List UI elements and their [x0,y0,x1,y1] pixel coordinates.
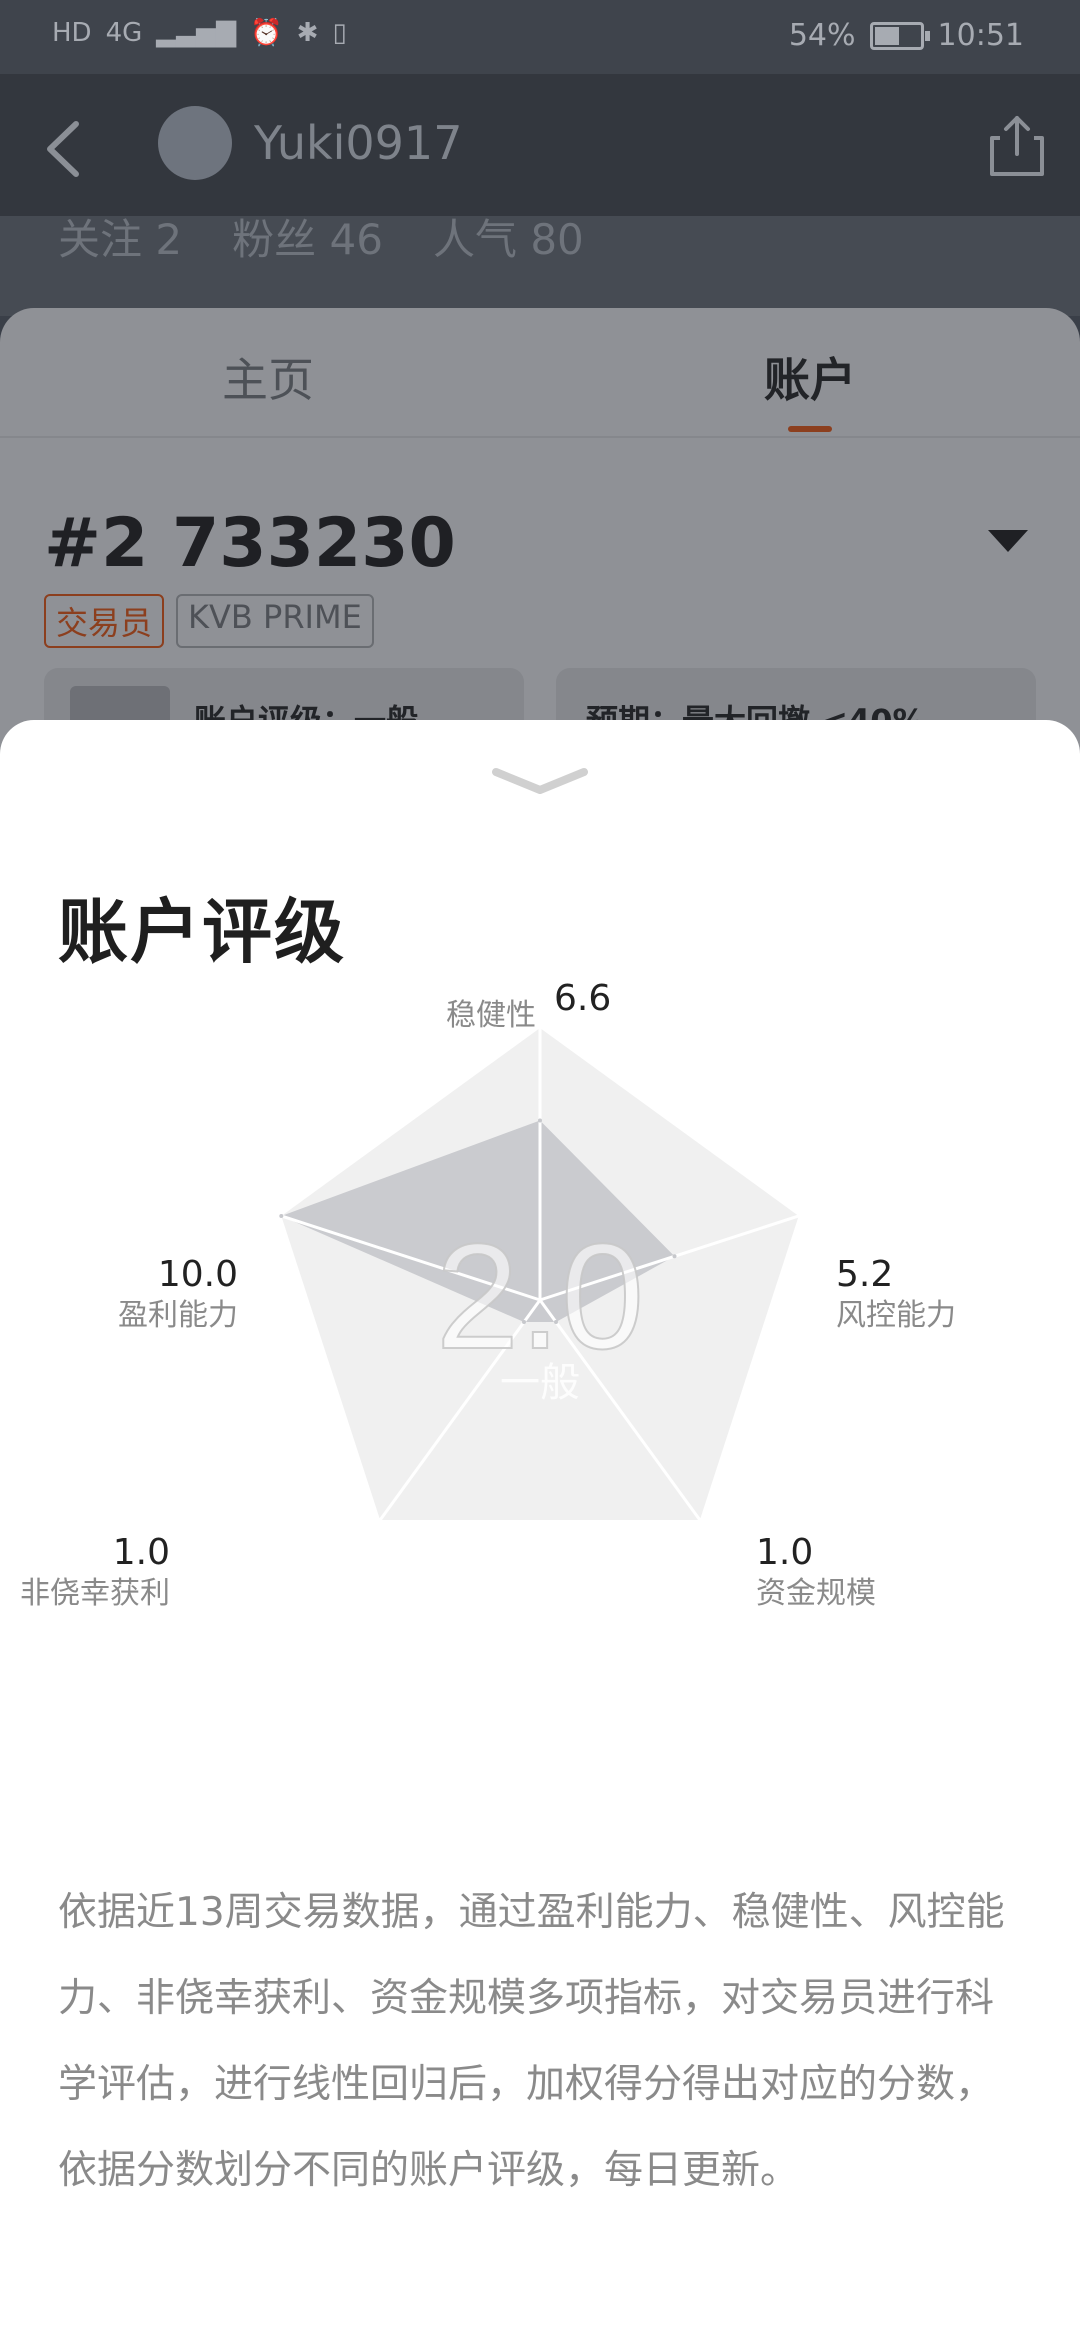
stat-popularity: 人气 80 [432,215,584,264]
radar-chart: 2.0 一般 稳健性 6.6 风控能力 5.2 资金规模 1.0 非侥幸获利 1.0 盈利能力 10… [0,978,1080,1611]
axis-value-1: 5.2 [836,1254,894,1295]
sheet-title: 账户评级 [58,891,346,973]
alarm-icon: ⏰ [250,18,283,48]
bluetooth-icon: ✱ [296,18,319,48]
overall-score-label: 一般 [500,1360,580,1406]
chevron-down-icon[interactable] [490,764,590,804]
vibrate-icon: ▯ [332,18,347,48]
signal-icon: ▂▃▅▇ [156,18,237,48]
status-icons-left: HD 4G ▂▃▅▇ ⏰ ✱ ▯ [52,18,347,48]
tab-account[interactable]: 账户 [764,344,856,410]
axis-label-4: 盈利能力 [118,1298,238,1333]
axis-value-4: 10.0 [157,1254,238,1295]
account-number: #2 733230 [44,504,456,583]
status-bar: HD 4G ▂▃▅▇ ⏰ ✱ ▯ 54% 10:51 [0,0,1080,74]
nav-username: Yuki0917 [254,116,463,170]
clock: 10:51 [937,18,1024,53]
account-dropdown-icon[interactable] [988,530,1028,552]
radar-point-4 [279,1213,284,1218]
battery-level [874,26,899,45]
stat-following[interactable]: 关注 2 [58,206,182,267]
rating-bottom-sheet: 账户评级 2.0 一般 稳健性 6.6 风控能力 5.2 资金规模 1.0 非侥幸获利 1.0 盈… [0,720,1080,2340]
profile-stats: 关注 2 粉丝 46 人气 80 [58,206,584,267]
battery-icon [869,21,930,50]
avatar[interactable] [158,106,232,180]
axis-label-2: 资金规模 [756,1576,876,1611]
battery-percent: 54% [788,18,856,53]
tab-active-indicator [788,426,832,432]
platform-badge: KVB PRIME [176,594,374,648]
tab-home[interactable]: 主页 [222,344,314,410]
tab-bar: 主页 账户 [0,308,1080,438]
network-type: 4G [105,18,143,48]
overall-score: 2.0 [436,1212,645,1380]
radar-point-1 [672,1254,677,1259]
rating-description: 依据近13周交易数据，通过盈利能力、稳健性、风控能力、非侥幸获利、资金规模多项指… [58,1890,1005,2193]
axis-value-2: 1.0 [756,1532,814,1573]
stat-followers[interactable]: 粉丝 46 [232,206,383,267]
top-nav-bar: Yuki0917 [0,74,1080,216]
axis-label-1: 风控能力 [836,1298,956,1333]
share-icon[interactable] [984,112,1050,180]
account-badges: 交易员 KVB PRIME [44,594,374,648]
axis-label-3: 非侥幸获利 [20,1576,170,1611]
radar-point-0 [538,1118,542,1123]
axis-value-0: 6.6 [554,978,612,1019]
role-badge: 交易员 [44,594,165,648]
back-icon[interactable] [36,114,96,184]
axis-value-3: 1.0 [112,1532,170,1573]
axis-label-0: 稳健性 [446,998,536,1033]
hd-icon: HD [52,18,92,48]
status-icons-right: 54% 10:51 [789,18,1024,53]
profile-header: 关注 2 粉丝 46 人气 80 [0,215,1080,316]
